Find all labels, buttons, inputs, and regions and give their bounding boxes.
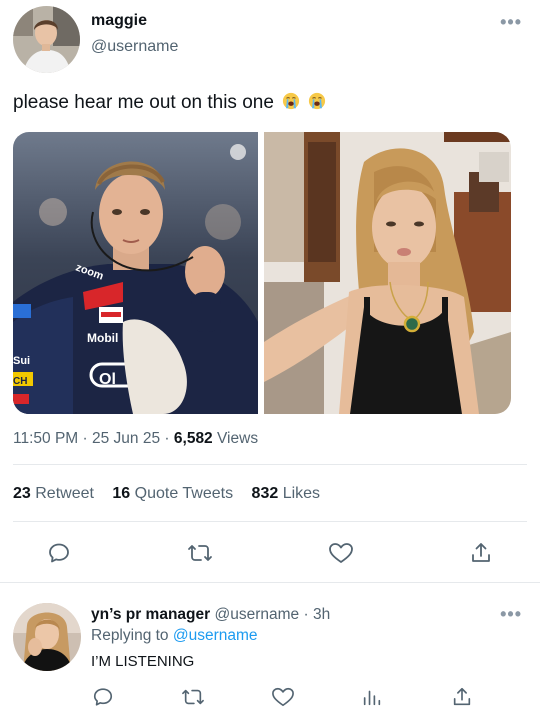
replying-to-handle[interactable]: @username xyxy=(173,627,258,644)
reply-time[interactable]: 3h xyxy=(313,606,330,623)
reply-reply-button[interactable] xyxy=(89,683,117,711)
reply-icon xyxy=(93,688,113,706)
author-name[interactable]: maggie xyxy=(91,12,147,30)
racing-driver-photo-icon: zoom Mobil Ol Sui CH xyxy=(13,132,258,414)
separator: · xyxy=(303,606,309,623)
tweet-text-content: please hear me out on this one xyxy=(13,92,274,113)
reply-like-button[interactable] xyxy=(269,683,297,711)
replying-to-label: Replying to xyxy=(91,627,169,644)
quotes-stat[interactable]: 16 Quote Tweets xyxy=(112,485,233,502)
media-image-right[interactable] xyxy=(264,132,511,414)
reply-author-avatar[interactable] xyxy=(13,603,81,671)
share-icon xyxy=(472,543,490,562)
divider xyxy=(13,521,527,522)
likes-label: Likes xyxy=(282,485,321,502)
svg-text:Sui: Sui xyxy=(13,355,30,367)
retweets-label: Retweet xyxy=(35,485,94,502)
views-label: Views xyxy=(217,430,259,447)
tweet-time[interactable]: 11:50 PM xyxy=(13,430,78,447)
like-icon xyxy=(272,687,294,707)
separator: · xyxy=(82,430,88,447)
media-image-left[interactable]: zoom Mobil Ol Sui CH xyxy=(13,132,258,414)
loudly-crying-face-icon xyxy=(283,92,300,110)
retweet-icon xyxy=(182,689,204,705)
tweet-date[interactable]: 25 Jun 25 xyxy=(92,430,160,447)
likes-stat[interactable]: 832 Likes xyxy=(252,485,321,502)
reply-author-handle[interactable]: @username xyxy=(214,606,299,623)
reply-retweet-button[interactable] xyxy=(179,683,207,711)
views-icon xyxy=(363,690,381,706)
reply-author-name[interactable]: yn’s pr manager xyxy=(91,606,210,623)
retweets-count: 23 xyxy=(13,485,31,502)
like-button[interactable] xyxy=(327,539,355,567)
like-icon xyxy=(329,543,353,563)
woman-selfie-photo-icon xyxy=(264,132,511,414)
more-options-icon[interactable]: ••• xyxy=(500,604,522,625)
reply-share-button[interactable] xyxy=(448,683,476,711)
author-handle[interactable]: @username xyxy=(91,38,178,56)
retweet-button[interactable] xyxy=(186,539,214,567)
more-options-icon[interactable]: ••• xyxy=(500,12,522,33)
quotes-count: 16 xyxy=(112,485,131,502)
svg-text:CH: CH xyxy=(13,376,27,387)
svg-text:Mobil: Mobil xyxy=(87,331,118,345)
divider xyxy=(0,582,540,583)
tweet-meta: 11:50 PM · 25 Jun 25 · 6,582 Views xyxy=(13,430,258,448)
separator: · xyxy=(164,430,170,447)
retweet-icon xyxy=(188,545,212,561)
svg-text:Ol: Ol xyxy=(99,371,116,388)
tweet-stats: 23 Retweet 16 Quote Tweets 832 Likes xyxy=(13,485,334,503)
loudly-crying-face-icon xyxy=(309,92,326,110)
reply-icon xyxy=(49,543,69,563)
likes-count: 832 xyxy=(251,485,279,502)
tweet-text: please hear me out on this one xyxy=(13,92,326,114)
share-icon xyxy=(453,687,471,706)
divider xyxy=(13,464,527,465)
replying-to: Replying to @username xyxy=(91,627,258,645)
reply-text: I’M LISTENING xyxy=(91,653,195,670)
share-button[interactable] xyxy=(467,539,495,567)
reply-header: yn’s pr manager @username · 3h xyxy=(91,606,330,624)
author-avatar[interactable] xyxy=(13,6,80,73)
reply-views-button[interactable] xyxy=(358,683,386,711)
views-count: 6,582 xyxy=(173,430,213,447)
retweets-stat[interactable]: 23 Retweet xyxy=(13,485,94,502)
quotes-label: Quote Tweets xyxy=(134,485,234,502)
reply-button[interactable] xyxy=(45,539,73,567)
